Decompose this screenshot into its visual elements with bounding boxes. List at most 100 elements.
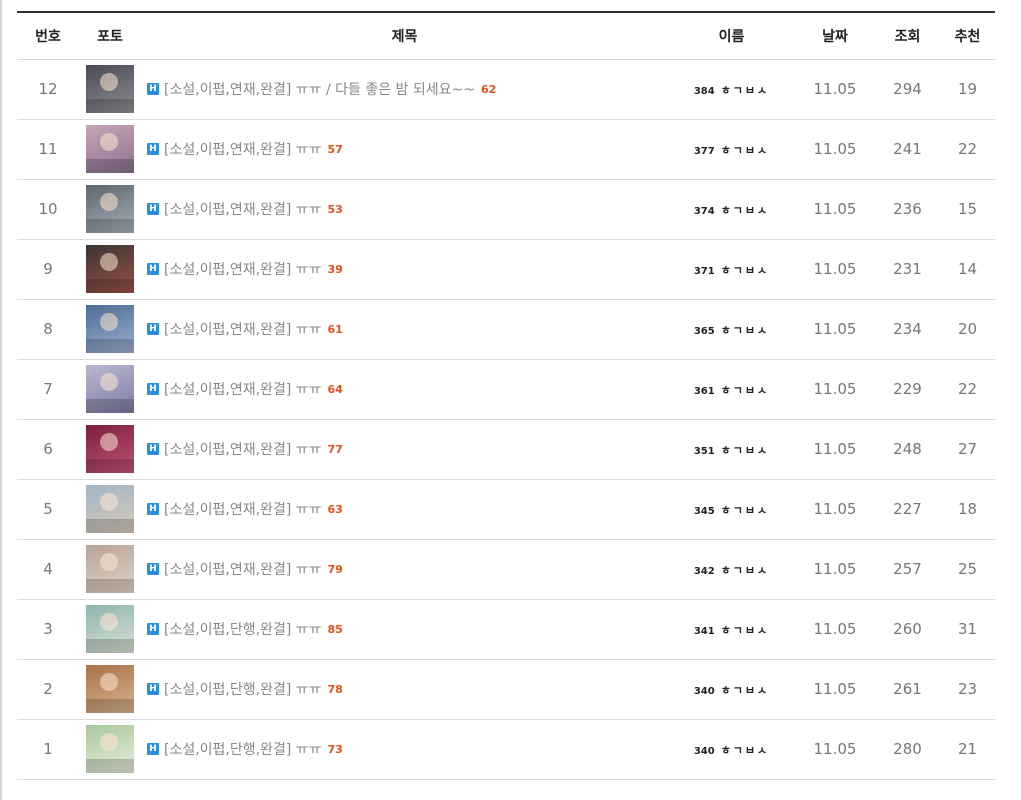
post-title-link[interactable]: [소설,이펍,연재,완결] ㅠㅠ (164, 202, 322, 218)
author-cell[interactable]: 341 ㅎㄱㅂㅅ (668, 599, 795, 659)
subject-cell: H [소설,이펍,연재,완결] ㅠㅠ 61 (141, 299, 668, 359)
post-number: 11 (38, 140, 58, 158)
post-thumbnail[interactable] (86, 305, 134, 353)
post-thumbnail[interactable] (86, 65, 134, 113)
table-row[interactable]: 9 H [소설,이펍,연재,완결] ㅠㅠ 39 371 ㅎㄱㅂㅅ 11.05 231 … (17, 239, 995, 299)
comment-count[interactable]: 57 (328, 143, 343, 156)
comment-count[interactable]: 73 (328, 743, 343, 756)
author-cell[interactable]: 340 ㅎㄱㅂㅅ (668, 659, 795, 719)
post-thumbnail[interactable] (86, 425, 134, 473)
view-count: 229 (893, 380, 922, 398)
post-title-link[interactable]: [소설,이펍,연재,완결] ㅠㅠ / 다들 좋은 밤 되세요~~ (164, 82, 475, 98)
view-count: 231 (893, 260, 922, 278)
table-row[interactable]: 6 H [소설,이펍,연재,완결] ㅠㅠ 77 351 ㅎㄱㅂㅅ 11.05 248 … (17, 419, 995, 479)
comment-count[interactable]: 64 (328, 383, 343, 396)
author-name[interactable]: ㅎㄱㅂㅅ (721, 744, 769, 757)
post-thumbnail[interactable] (86, 605, 134, 653)
table-row[interactable]: 8 H [소설,이펍,연재,완결] ㅠㅠ 61 365 ㅎㄱㅂㅅ 11.05 234 … (17, 299, 995, 359)
header-hit[interactable]: 조회 (875, 12, 940, 59)
comment-count[interactable]: 62 (481, 83, 496, 96)
post-thumbnail[interactable] (86, 665, 134, 713)
table-row[interactable]: 2 H [소설,이펍,단행,완결] ㅠㅠ 78 340 ㅎㄱㅂㅅ 11.05 261 … (17, 659, 995, 719)
thumbnail-caption-band (86, 759, 134, 773)
view-count: 241 (893, 140, 922, 158)
post-title-link[interactable]: [소설,이펍,단행,완결] ㅠㅠ (164, 682, 322, 698)
table-row[interactable]: 12 H [소설,이펍,연재,완결] ㅠㅠ / 다들 좋은 밤 되세요~~ 62 3… (17, 59, 995, 119)
table-row[interactable]: 7 H [소설,이펍,연재,완결] ㅠㅠ 64 361 ㅎㄱㅂㅅ 11.05 229 … (17, 359, 995, 419)
post-thumbnail[interactable] (86, 185, 134, 233)
header-subject[interactable]: 제목 (141, 12, 668, 59)
author-cell[interactable]: 340 ㅎㄱㅂㅅ (668, 719, 795, 779)
author-level: 351 (693, 446, 715, 457)
table-row[interactable]: 3 H [소설,이펍,단행,완결] ㅠㅠ 85 341 ㅎㄱㅂㅅ 11.05 260 … (17, 599, 995, 659)
author-cell[interactable]: 351 ㅎㄱㅂㅅ (668, 419, 795, 479)
author-name[interactable]: ㅎㄱㅂㅅ (721, 324, 769, 337)
comment-count[interactable]: 78 (328, 683, 343, 696)
thumbnail-caption-band (86, 399, 134, 413)
post-thumbnail[interactable] (86, 485, 134, 533)
thumbnail-figure (100, 493, 118, 511)
post-thumbnail[interactable] (86, 365, 134, 413)
comment-count[interactable]: 53 (328, 203, 343, 216)
author-name[interactable]: ㅎㄱㅂㅅ (721, 264, 769, 277)
post-title-link[interactable]: [소설,이펍,연재,완결] ㅠㅠ (164, 262, 322, 278)
author-name[interactable]: ㅎㄱㅂㅅ (721, 444, 769, 457)
header-recommend[interactable]: 추천 (940, 12, 995, 59)
h-badge-icon: H (147, 443, 159, 455)
author-name[interactable]: ㅎㄱㅂㅅ (721, 624, 769, 637)
post-thumbnail[interactable] (86, 125, 134, 173)
comment-count[interactable]: 61 (328, 323, 343, 336)
post-thumbnail[interactable] (86, 245, 134, 293)
author-level: 340 (693, 686, 715, 697)
author-name[interactable]: ㅎㄱㅂㅅ (721, 84, 769, 97)
author-level: 374 (693, 206, 715, 217)
post-title-link[interactable]: [소설,이펍,단행,완결] ㅠㅠ (164, 622, 322, 638)
post-title-link[interactable]: [소설,이펍,연재,완결] ㅠㅠ (164, 562, 322, 578)
author-name[interactable]: ㅎㄱㅂㅅ (721, 504, 769, 517)
author-cell[interactable]: 345 ㅎㄱㅂㅅ (668, 479, 795, 539)
author-cell[interactable]: 361 ㅎㄱㅂㅅ (668, 359, 795, 419)
post-thumbnail[interactable] (86, 545, 134, 593)
table-row[interactable]: 10 H [소설,이펍,연재,완결] ㅠㅠ 53 374 ㅎㄱㅂㅅ 11.05 236… (17, 179, 995, 239)
header-date[interactable]: 날짜 (795, 12, 875, 59)
author-cell[interactable]: 342 ㅎㄱㅂㅅ (668, 539, 795, 599)
post-title-link[interactable]: [소설,이펍,연재,완결] ㅠㅠ (164, 442, 322, 458)
post-thumbnail[interactable] (86, 725, 134, 773)
post-title-link[interactable]: [소설,이펍,연재,완결] ㅠㅠ (164, 322, 322, 338)
board-page: 번호 포토 제목 이름 날짜 조회 추천 12 H [소설,이펍,연재,완결] ㅠ… (0, 0, 1021, 800)
post-title-link[interactable]: [소설,이펍,연재,완결] ㅠㅠ (164, 142, 322, 158)
post-rows: 12 H [소설,이펍,연재,완결] ㅠㅠ / 다들 좋은 밤 되세요~~ 62 3… (17, 59, 995, 779)
comment-count[interactable]: 77 (328, 443, 343, 456)
author-level: 365 (693, 326, 715, 337)
author-name[interactable]: ㅎㄱㅂㅅ (721, 144, 769, 157)
table-row[interactable]: 5 H [소설,이펍,연재,완결] ㅠㅠ 63 345 ㅎㄱㅂㅅ 11.05 227 … (17, 479, 995, 539)
author-cell[interactable]: 384 ㅎㄱㅂㅅ (668, 59, 795, 119)
post-date: 11.05 (813, 440, 857, 458)
post-date: 11.05 (813, 560, 857, 578)
table-row[interactable]: 4 H [소설,이펍,연재,완결] ㅠㅠ 79 342 ㅎㄱㅂㅅ 11.05 257 … (17, 539, 995, 599)
thumbnail-figure (100, 313, 118, 331)
comment-count[interactable]: 39 (328, 263, 343, 276)
table-row[interactable]: 11 H [소설,이펍,연재,완결] ㅠㅠ 57 377 ㅎㄱㅂㅅ 11.05 241… (17, 119, 995, 179)
table-row[interactable]: 1 H [소설,이펍,단행,완결] ㅠㅠ 73 340 ㅎㄱㅂㅅ 11.05 280 … (17, 719, 995, 779)
header-name[interactable]: 이름 (668, 12, 795, 59)
post-title-link[interactable]: [소설,이펍,연재,완결] ㅠㅠ (164, 502, 322, 518)
author-cell[interactable]: 371 ㅎㄱㅂㅅ (668, 239, 795, 299)
author-cell[interactable]: 365 ㅎㄱㅂㅅ (668, 299, 795, 359)
author-name[interactable]: ㅎㄱㅂㅅ (721, 684, 769, 697)
author-name[interactable]: ㅎㄱㅂㅅ (721, 564, 769, 577)
author-level: 345 (693, 506, 715, 517)
post-title-link[interactable]: [소설,이펍,연재,완결] ㅠㅠ (164, 382, 322, 398)
thumbnail-caption-band (86, 99, 134, 113)
author-cell[interactable]: 377 ㅎㄱㅂㅅ (668, 119, 795, 179)
post-title-link[interactable]: [소설,이펍,단행,완결] ㅠㅠ (164, 742, 322, 758)
comment-count[interactable]: 63 (328, 503, 343, 516)
author-cell[interactable]: 374 ㅎㄱㅂㅅ (668, 179, 795, 239)
h-badge-icon: H (147, 503, 159, 515)
comment-count[interactable]: 79 (328, 563, 343, 576)
comment-count[interactable]: 85 (328, 623, 343, 636)
author-name[interactable]: ㅎㄱㅂㅅ (721, 384, 769, 397)
recommend-count: 21 (957, 740, 978, 758)
author-name[interactable]: ㅎㄱㅂㅅ (721, 204, 769, 217)
header-no[interactable]: 번호 (17, 12, 79, 59)
